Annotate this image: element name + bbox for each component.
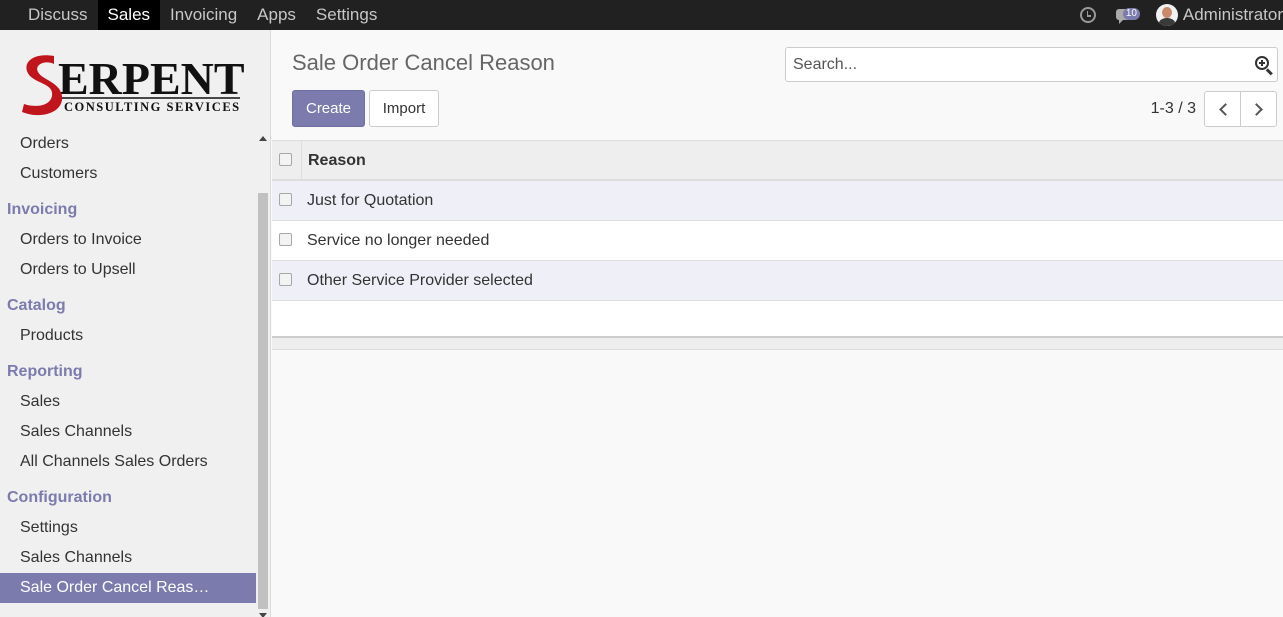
user-menu[interactable]: Administrator: [1183, 5, 1283, 25]
row-checkbox[interactable]: [279, 193, 292, 206]
list-view: Reason Just for Quotation Service no lon…: [272, 140, 1283, 350]
clock-icon[interactable]: [1079, 7, 1096, 23]
row-checkbox[interactable]: [279, 273, 292, 286]
import-button[interactable]: Import: [369, 90, 439, 127]
chevron-right-icon: [1250, 103, 1263, 116]
list-footer: [272, 337, 1283, 350]
menu-invoicing[interactable]: Invoicing: [160, 0, 247, 30]
menu-sales[interactable]: Sales: [97, 0, 161, 30]
sidebar-item-all-channels-sales-orders[interactable]: All Channels Sales Orders: [0, 447, 256, 477]
sidebar-item-sale-order-cancel-reason[interactable]: Sale Order Cancel Reas…: [0, 573, 256, 603]
search-icon[interactable]: [1255, 56, 1269, 70]
systray: 10 Administrator: [1079, 0, 1283, 30]
select-all-checkbox[interactable]: [279, 153, 292, 166]
sidebar-item-sales[interactable]: Sales: [0, 387, 256, 417]
sidebar-item-sales-channels-report[interactable]: Sales Channels: [0, 417, 256, 447]
pager-previous-button[interactable]: [1204, 91, 1241, 127]
scroll-down-arrow-icon[interactable]: [259, 613, 267, 617]
avatar[interactable]: [1155, 4, 1178, 26]
sidebar-item-orders-to-upsell[interactable]: Orders to Upsell: [0, 255, 256, 285]
scroll-thumb[interactable]: [258, 193, 268, 609]
sidebar-item-orders[interactable]: Orders: [0, 129, 256, 159]
sidebar-item-settings[interactable]: Settings: [0, 513, 256, 543]
row-checkbox[interactable]: [279, 233, 292, 246]
sidebar-section-catalog: Catalog: [7, 297, 66, 314]
sidebar-menu: Orders Customers Invoicing Orders to Inv…: [0, 129, 256, 603]
sidebar-item-orders-to-invoice[interactable]: Orders to Invoice: [0, 225, 256, 255]
serpent-logo: ERPENT CONSULTING SERVICES: [22, 53, 245, 116]
table-row[interactable]: Service no longer needed: [272, 221, 1283, 261]
pager-next-button[interactable]: [1240, 91, 1277, 127]
table-row[interactable]: Other Service Provider selected: [272, 261, 1283, 301]
empty-row: [272, 301, 1283, 337]
sidebar: ERPENT CONSULTING SERVICES Orders Custom…: [0, 30, 271, 617]
reason-cell[interactable]: Other Service Provider selected: [307, 272, 533, 290]
search-box: [785, 47, 1278, 82]
menu-settings[interactable]: Settings: [306, 0, 387, 30]
create-button[interactable]: Create: [292, 90, 365, 127]
main-menu: Discuss Sales Invoicing Apps Settings: [18, 0, 387, 30]
table-row[interactable]: Just for Quotation: [272, 181, 1283, 221]
sidebar-item-sales-channels-config[interactable]: Sales Channels: [0, 543, 256, 573]
scroll-up-arrow-icon[interactable]: [259, 136, 267, 141]
sidebar-section-configuration: Configuration: [7, 489, 112, 506]
chevron-left-icon: [1219, 103, 1232, 116]
logo-s-mark: [22, 55, 63, 116]
logo-brand: ERPENT: [58, 53, 245, 104]
menu-apps[interactable]: Apps: [247, 0, 306, 30]
messages-count-badge: 10: [1122, 8, 1140, 20]
reason-cell[interactable]: Just for Quotation: [307, 192, 433, 210]
list-header: Reason: [272, 140, 1283, 181]
reason-cell[interactable]: Service no longer needed: [307, 232, 489, 250]
sidebar-item-customers[interactable]: Customers: [0, 159, 256, 189]
column-header-reason[interactable]: Reason: [308, 152, 366, 170]
sidebar-section-reporting: Reporting: [7, 363, 83, 380]
pager-value[interactable]: 1-3 / 3: [1130, 100, 1196, 118]
search-input[interactable]: [786, 48, 1226, 81]
sidebar-scrollbar[interactable]: [256, 131, 270, 617]
messages-button[interactable]: 10: [1115, 6, 1142, 24]
logo-tagline: CONSULTING SERVICES: [64, 100, 241, 114]
menu-discuss[interactable]: Discuss: [18, 0, 98, 30]
top-navbar: Discuss Sales Invoicing Apps Settings 10…: [0, 0, 1283, 30]
sidebar-section-invoicing: Invoicing: [7, 201, 78, 218]
page-title: Sale Order Cancel Reason: [292, 50, 555, 75]
sidebar-item-products[interactable]: Products: [0, 321, 256, 351]
